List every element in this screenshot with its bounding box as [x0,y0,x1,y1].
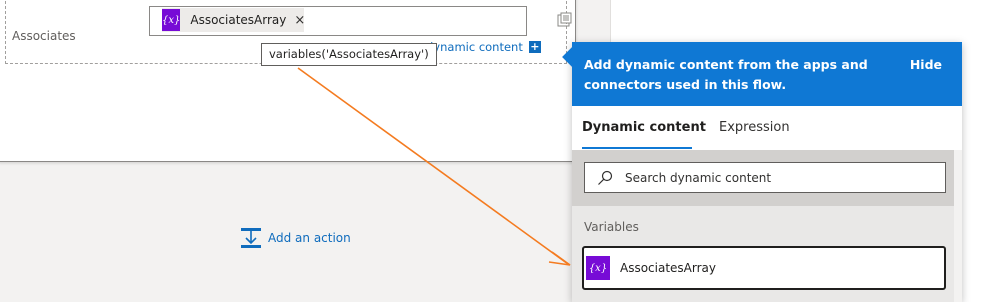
field-label: Associates [12,29,76,43]
panel-tabs: Dynamic content Expression [572,106,962,150]
list-item-associates-array[interactable]: {x} AssociatesArray [582,246,946,290]
tab-expression[interactable]: Expression [719,120,790,135]
list-item-label: AssociatesArray [620,261,716,275]
add-action-icon [241,228,261,248]
associates-input[interactable]: {x} AssociatesArray × [149,6,527,36]
add-an-action-label: Add an action [268,231,351,245]
panel-header-text: Add dynamic content from the apps and co… [584,57,868,92]
search-area [572,150,962,206]
remove-token-icon[interactable]: × [294,13,305,28]
add-dynamic-content-plus: + [528,40,541,53]
dynamic-content-panel: Add dynamic content from the apps and co… [562,42,962,302]
add-dynamic-content-label: dynamic content [426,40,523,54]
add-an-action-button[interactable]: Add an action [240,227,351,249]
section-label: Variables [584,220,639,234]
tab-dynamic-content[interactable]: Dynamic content [582,120,706,135]
active-tab-indicator [582,147,692,149]
add-dynamic-content-link[interactable]: dynamic content + [426,40,541,54]
field-options-icon[interactable] [556,12,572,28]
token-label: AssociatesArray [190,13,287,27]
variables-section: Variables {x} AssociatesArray [572,206,962,302]
variable-icon: {x} [586,256,610,280]
search-icon [598,170,613,185]
token-expression-tooltip: variables('AssociatesArray') [261,43,437,66]
search-box[interactable] [584,162,946,193]
variable-icon: {x} [162,9,181,31]
associates-array-token[interactable]: {x} AssociatesArray × [162,8,305,32]
panel-scrollbar[interactable] [954,150,962,302]
hide-button[interactable]: Hide [910,57,942,72]
search-input[interactable] [625,170,925,185]
panel-header: Add dynamic content from the apps and co… [572,42,962,106]
action-card: Associates {x} AssociatesArray × dynamic… [0,0,576,162]
